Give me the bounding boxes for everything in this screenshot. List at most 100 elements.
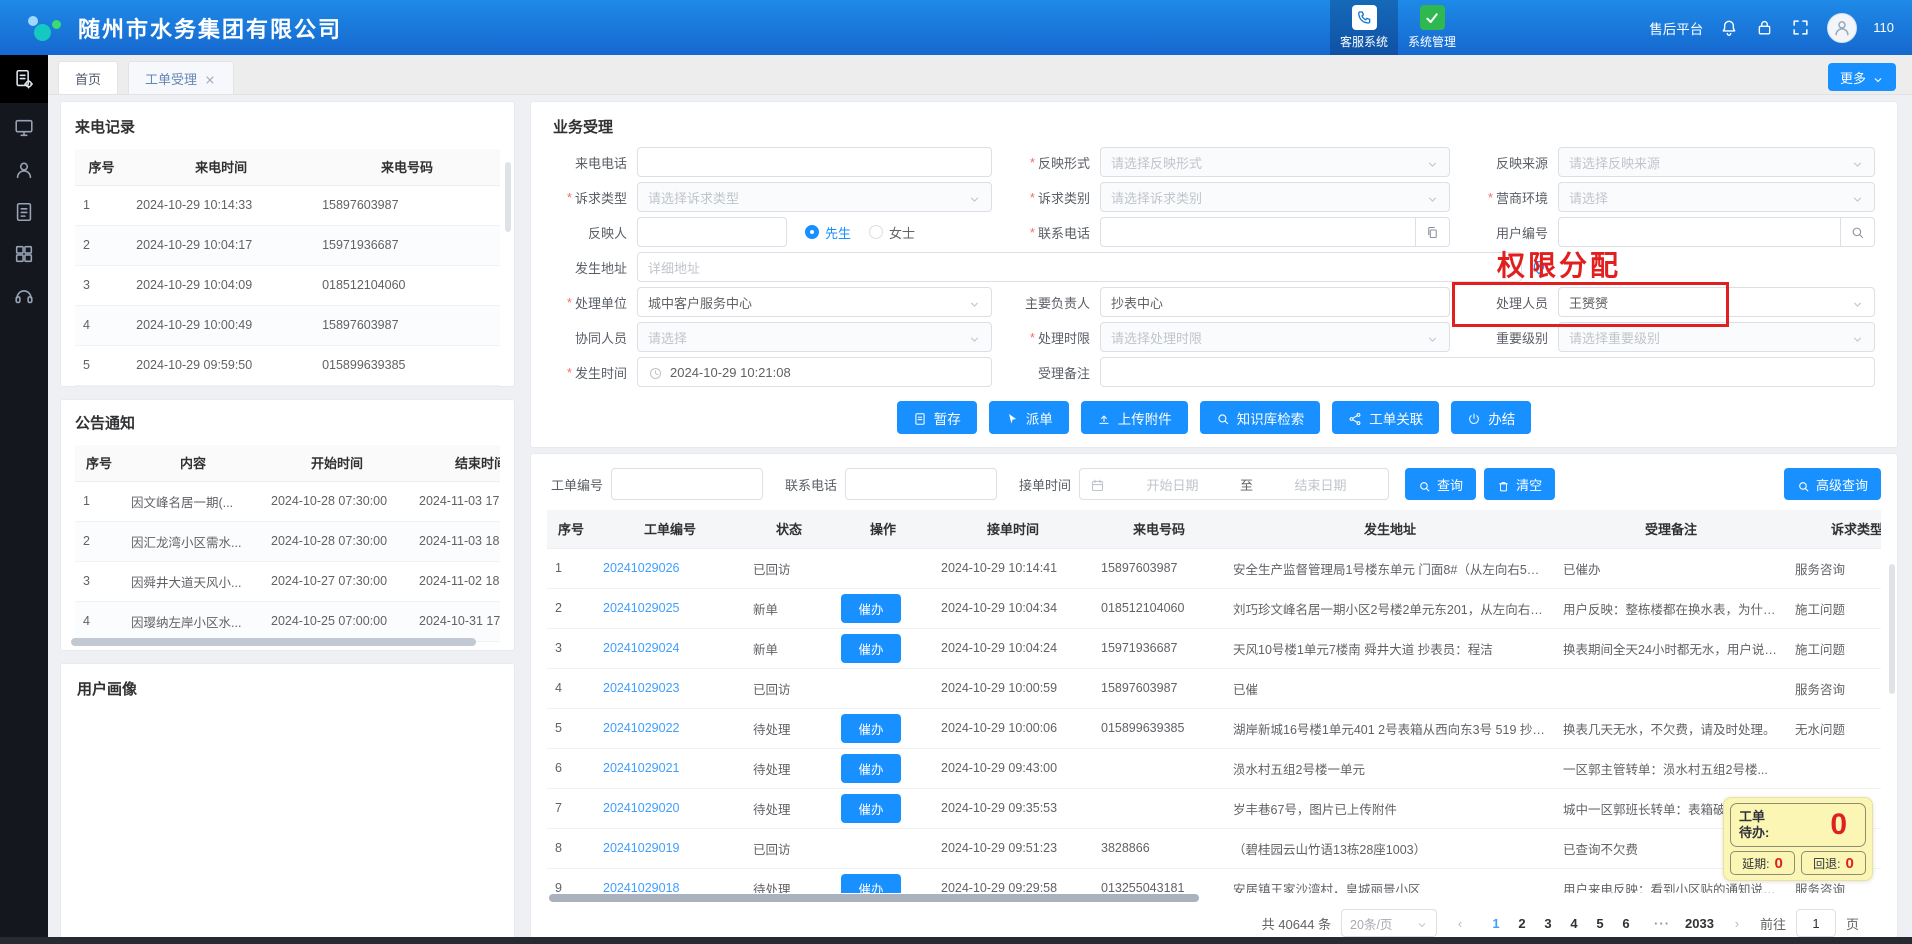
reflect-source-select[interactable]: 请选择反映来源 — [1558, 147, 1875, 177]
clear-button[interactable]: 清空 — [1484, 468, 1555, 500]
user-no-input[interactable] — [1558, 217, 1841, 247]
importance-select[interactable]: 请选择重要级别 — [1558, 322, 1875, 352]
nav-customer-service[interactable]: 客服系统 — [1330, 0, 1398, 55]
urge-button[interactable]: 催办 — [841, 634, 901, 663]
more-button[interactable]: 更多 — [1828, 63, 1896, 91]
menu-collapse-button[interactable] — [0, 55, 48, 103]
apps-icon[interactable] — [13, 243, 35, 265]
appeal-type-select[interactable]: 请选择诉求类型 — [637, 182, 992, 212]
chevron-down-icon — [968, 191, 981, 204]
暂存-button[interactable]: 暂存 — [897, 401, 977, 434]
advanced-query-button[interactable]: 高级查询 — [1784, 468, 1881, 500]
fullscreen-icon[interactable] — [1791, 18, 1811, 38]
row-index: 4 — [75, 601, 123, 641]
order-id-link[interactable]: 20241029018 — [603, 881, 679, 893]
prev-page-button[interactable]: ‹ — [1447, 909, 1473, 937]
urge-button[interactable]: 催办 — [841, 754, 901, 783]
order-id-link[interactable]: 20241029025 — [603, 601, 679, 615]
business-env-select[interactable]: 请选择 — [1558, 182, 1875, 212]
contacts-icon[interactable] — [13, 159, 35, 181]
worklist-icon[interactable] — [13, 201, 35, 223]
lock-icon[interactable] — [1755, 18, 1775, 38]
urge-button[interactable]: 催办 — [841, 714, 901, 743]
appeal-category-select[interactable]: 请选择诉求类别 — [1100, 182, 1450, 212]
query-button[interactable]: 查询 — [1405, 468, 1476, 500]
search-icon[interactable] — [1841, 217, 1875, 247]
remark-input[interactable] — [1100, 357, 1875, 387]
page-button-5[interactable]: 5 — [1587, 909, 1613, 937]
row-index: 9 — [547, 868, 595, 893]
caller-number — [1093, 788, 1225, 828]
reporter-input[interactable] — [637, 217, 787, 247]
address-input[interactable]: 详细地址 — [637, 252, 1522, 282]
order-no-input[interactable] — [611, 468, 763, 500]
order-row: 720241029020待处理催办2024-10-29 09:35:53岁丰巷6… — [547, 788, 1881, 828]
call-record-row[interactable]: 12024-10-29 10:14:3315897603987 — [75, 185, 500, 225]
per-page-select[interactable]: 20条/页 — [1341, 909, 1437, 937]
order-id-link[interactable]: 20241029024 — [603, 641, 679, 655]
page-button-1[interactable]: 1 — [1483, 909, 1509, 937]
handle-limit-select[interactable]: 请选择处理时限 — [1100, 322, 1450, 352]
handle-unit-select[interactable]: 城中客户服务中心 — [637, 287, 992, 317]
h-scrollbar-thumb[interactable] — [71, 638, 476, 646]
headset-icon[interactable] — [13, 285, 35, 307]
order-id-link[interactable]: 20241029026 — [603, 561, 679, 575]
announcement-row[interactable]: 2因汇龙湾小区需水...2024-10-28 07:30:002024-11-0… — [75, 521, 500, 561]
announcement-row[interactable]: 1因文峰名居一期(...2024-10-28 07:30:002024-11-0… — [75, 481, 500, 521]
page-button-2[interactable]: 2 — [1509, 909, 1535, 937]
call-record-row[interactable]: 22024-10-29 10:04:1715971936687 — [75, 225, 500, 265]
page-button-6[interactable]: 6 — [1613, 909, 1639, 937]
last-page-button[interactable]: 2033 — [1685, 909, 1714, 937]
accept-time: 2024-10-29 10:04:24 — [933, 628, 1093, 668]
call-phone-input[interactable] — [637, 147, 992, 177]
gender-female-radio[interactable]: 女士 — [869, 223, 915, 242]
order-id-link[interactable]: 20241029023 — [603, 681, 679, 695]
urge-button[interactable]: 催办 — [841, 594, 901, 623]
order-id-link[interactable]: 20241029019 — [603, 841, 679, 855]
order-id-link[interactable]: 20241029021 — [603, 761, 679, 775]
occur-time-picker[interactable]: 2024-10-29 10:21:08 — [637, 357, 992, 387]
h-scrollbar-thumb[interactable] — [549, 894, 1199, 902]
todo-widget[interactable]: 工单待办: 0 延期:0 回退:0 — [1723, 797, 1873, 881]
workbench-icon[interactable] — [13, 117, 35, 139]
co-worker-select[interactable]: 请选择 — [637, 322, 992, 352]
urge-button[interactable]: 催办 — [841, 794, 901, 823]
copy-icon[interactable] — [1416, 217, 1450, 247]
nav-system-admin[interactable]: 系统管理 — [1398, 0, 1466, 55]
gender-male-radio[interactable]: 先生 — [805, 223, 851, 242]
avatar[interactable] — [1827, 13, 1857, 43]
goto-page-input[interactable]: 1 — [1796, 909, 1836, 937]
call-record-row[interactable]: 32024-10-29 10:04:09018512104060 — [75, 265, 500, 305]
urge-button[interactable]: 催办 — [841, 874, 901, 894]
chevron-down-icon — [1872, 71, 1884, 83]
aftersale-platform-link[interactable]: 售后平台 — [1649, 18, 1703, 38]
page-button-3[interactable]: 3 — [1535, 909, 1561, 937]
tab-home[interactable]: 首页 — [58, 61, 118, 94]
search-phone-input[interactable] — [845, 468, 997, 500]
order-id-cell: 20241029023 — [595, 668, 745, 708]
scrollbar-thumb[interactable] — [1889, 564, 1895, 694]
handler-select[interactable]: 王赟赟 — [1558, 287, 1875, 317]
close-icon[interactable] — [204, 72, 217, 85]
办结-button[interactable]: 办结 — [1451, 401, 1531, 434]
order-id-link[interactable]: 20241029020 — [603, 801, 679, 815]
scrollbar-thumb[interactable] — [505, 162, 511, 232]
派单-button[interactable]: 派单 — [989, 401, 1069, 434]
知识库检索-button[interactable]: 知识库检索 — [1200, 401, 1321, 434]
contact-phone-input[interactable] — [1100, 217, 1416, 247]
order-id-link[interactable]: 20241029022 — [603, 721, 679, 735]
page-button-4[interactable]: 4 — [1561, 909, 1587, 937]
announcement-row[interactable]: 4因璎纳左岸小区水...2024-10-25 07:00:002024-10-3… — [75, 601, 500, 641]
tab-work-order[interactable]: 工单受理 — [128, 61, 234, 94]
next-page-button[interactable]: › — [1724, 909, 1750, 937]
announcement-row[interactable]: 3因舜井大道天风小...2024-10-27 07:30:002024-11-0… — [75, 561, 500, 601]
call-record-row[interactable]: 52024-10-29 09:59:50015899639385 — [75, 345, 500, 385]
call-record-row[interactable]: 42024-10-29 10:00:4915897603987 — [75, 305, 500, 345]
工单关联-button[interactable]: 工单关联 — [1332, 401, 1439, 434]
date-range-picker[interactable]: 开始日期 至 结束日期 — [1079, 468, 1389, 500]
main-principal-input[interactable]: 抄表中心 — [1100, 287, 1450, 317]
上传附件-button[interactable]: 上传附件 — [1081, 401, 1188, 434]
bell-icon[interactable] — [1719, 18, 1739, 38]
reflect-form-select[interactable]: 请选择反映形式 — [1100, 147, 1450, 177]
total-count: 共 40644 条 — [1262, 914, 1331, 933]
